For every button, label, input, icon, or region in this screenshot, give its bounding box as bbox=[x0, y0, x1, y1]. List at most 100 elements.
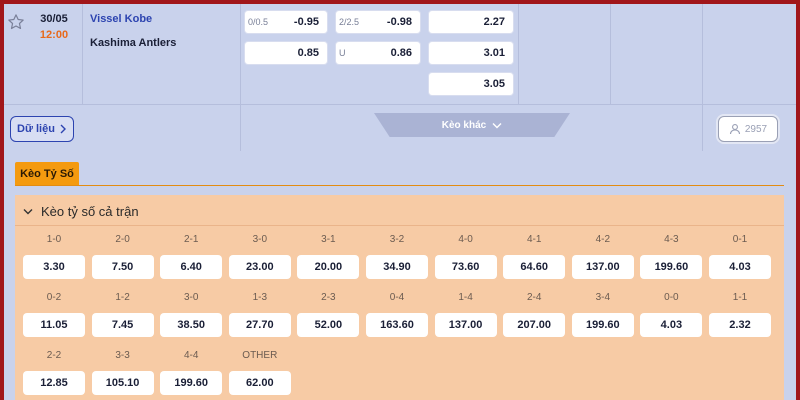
score-label: 1-2 bbox=[115, 292, 130, 303]
home-win-odds[interactable]: 2.27 bbox=[428, 10, 514, 34]
score-cell: 0-1 4.03 bbox=[709, 234, 771, 279]
tab-correct-score[interactable]: Kèo Tỷ Số bbox=[15, 162, 79, 186]
total-line: U bbox=[339, 48, 346, 58]
home-team[interactable]: Vissel Kobe bbox=[90, 13, 152, 25]
score-cell: 2-3 52.00 bbox=[297, 292, 360, 337]
score-odds-button[interactable]: 199.60 bbox=[160, 371, 223, 395]
score-odds-button[interactable]: 11.05 bbox=[23, 313, 85, 337]
match-row: 30/05 12:00 Vissel Kobe Kashima Antlers … bbox=[4, 4, 796, 104]
score-label: 3-0 bbox=[183, 292, 199, 303]
total-line: 2/2.5 bbox=[339, 17, 360, 27]
viewers-count: 2957 bbox=[744, 123, 768, 135]
score-odds-button[interactable]: 199.60 bbox=[571, 313, 634, 337]
score-odds-button[interactable]: 27.70 bbox=[228, 313, 291, 337]
score-label: 2-0 bbox=[115, 234, 130, 245]
score-cell: 1-0 3.30 bbox=[23, 234, 85, 279]
score-odds-button[interactable]: 38.50 bbox=[160, 313, 223, 337]
score-cell: 3-3 105.10 bbox=[91, 350, 154, 395]
score-odds-button[interactable]: 105.10 bbox=[91, 371, 154, 395]
odds-value: 0.86 bbox=[390, 47, 412, 59]
divider bbox=[240, 105, 241, 151]
score-odds-button[interactable]: 4.03 bbox=[709, 255, 771, 279]
score-odds-button[interactable]: 163.60 bbox=[366, 313, 428, 337]
score-odds-button[interactable]: 199.60 bbox=[640, 255, 703, 279]
tab-underline bbox=[15, 185, 784, 186]
score-label: 4-3 bbox=[664, 234, 679, 245]
odds-value: 3.05 bbox=[483, 78, 505, 90]
score-cell: 2-2 12.85 bbox=[23, 350, 85, 395]
panel-title: Kèo tỷ số cả trận bbox=[41, 204, 139, 219]
correct-score-section: Kèo Tỷ Số Kèo tỷ số cả trận 1-0 3.30 2-0 7.… bbox=[4, 151, 796, 400]
divider bbox=[240, 4, 241, 104]
score-cell: 1-2 7.45 bbox=[91, 292, 154, 337]
score-label: 3-2 bbox=[389, 234, 405, 245]
data-button[interactable]: Dữ liệu bbox=[10, 116, 74, 142]
score-odds-button[interactable]: 7.50 bbox=[91, 255, 154, 279]
divider bbox=[82, 4, 83, 104]
divider bbox=[702, 105, 703, 151]
more-odds-toggle[interactable]: Kèo khác bbox=[374, 113, 570, 137]
score-odds-button[interactable]: 34.90 bbox=[366, 255, 428, 279]
odds-value: 2.27 bbox=[483, 16, 505, 28]
score-odds-button[interactable]: 62.00 bbox=[228, 371, 291, 395]
viewers-button[interactable]: 2957 bbox=[718, 116, 778, 142]
score-odds-button[interactable]: 12.85 bbox=[23, 371, 85, 395]
score-label: 0-2 bbox=[46, 292, 62, 303]
score-label: 3-4 bbox=[595, 292, 611, 303]
score-label: 1-3 bbox=[252, 292, 268, 303]
score-label: 2-3 bbox=[321, 292, 336, 303]
score-odds-button[interactable]: 4.03 bbox=[640, 313, 703, 337]
score-cell: 0-0 4.03 bbox=[640, 292, 703, 337]
score-odds-button[interactable]: 207.00 bbox=[503, 313, 566, 337]
handicap-home-odds[interactable]: 0/0.5 -0.95 bbox=[244, 10, 328, 34]
data-button-label: Dữ liệu bbox=[17, 123, 55, 135]
score-cell: 1-4 137.00 bbox=[434, 292, 497, 337]
score-odds-button[interactable]: 23.00 bbox=[228, 255, 291, 279]
over-odds[interactable]: 2/2.5 -0.98 bbox=[335, 10, 421, 34]
chevron-down-icon bbox=[492, 122, 502, 128]
match-time: 12:00 bbox=[39, 29, 69, 41]
score-label: 2-2 bbox=[46, 350, 62, 361]
score-odds-button[interactable]: 137.00 bbox=[434, 313, 497, 337]
odds-value: -0.98 bbox=[386, 16, 412, 28]
away-win-odds[interactable]: 3.05 bbox=[428, 72, 514, 96]
more-odds-label: Kèo khác bbox=[441, 119, 487, 131]
under-odds[interactable]: U 0.86 bbox=[335, 41, 421, 65]
score-odds-button[interactable]: 6.40 bbox=[160, 255, 223, 279]
score-label: 4-1 bbox=[526, 234, 542, 245]
score-odds-button[interactable]: 73.60 bbox=[434, 255, 497, 279]
score-odds-button[interactable]: 2.32 bbox=[709, 313, 771, 337]
score-label: 3-0 bbox=[252, 234, 268, 245]
score-cell: 2-4 207.00 bbox=[503, 292, 566, 337]
score-cell: 3-0 23.00 bbox=[228, 234, 291, 279]
score-cell: 0-4 163.60 bbox=[366, 292, 428, 337]
score-label: 4-0 bbox=[458, 234, 473, 245]
correct-score-panel: Kèo tỷ số cả trận 1-0 3.30 2-0 7.50 2-1 6.40 3… bbox=[15, 195, 784, 400]
draw-odds[interactable]: 3.01 bbox=[428, 41, 514, 65]
score-label: 3-3 bbox=[115, 350, 130, 361]
score-odds-button[interactable]: 137.00 bbox=[571, 255, 634, 279]
away-team[interactable]: Kashima Antlers bbox=[90, 37, 176, 49]
score-cell: 4-3 199.60 bbox=[640, 234, 703, 279]
panel-divider bbox=[15, 225, 784, 226]
score-cell: 4-0 73.60 bbox=[434, 234, 497, 279]
score-label: 0-4 bbox=[389, 292, 405, 303]
panel-header[interactable]: Kèo tỷ số cả trận bbox=[23, 204, 139, 219]
score-label: 1-4 bbox=[458, 292, 473, 303]
score-cell: 2-0 7.50 bbox=[91, 234, 154, 279]
score-label: 4-4 bbox=[183, 350, 199, 361]
match-odds-frame: 30/05 12:00 Vissel Kobe Kashima Antlers … bbox=[4, 4, 796, 400]
score-cell: 3-4 199.60 bbox=[571, 292, 634, 337]
score-odds-button[interactable]: 20.00 bbox=[297, 255, 360, 279]
match-date: 30/05 bbox=[40, 13, 68, 25]
score-cell: 3-0 38.50 bbox=[160, 292, 223, 337]
handicap-away-odds[interactable]: 0.85 bbox=[244, 41, 328, 65]
star-icon[interactable] bbox=[7, 13, 25, 31]
score-odds-button[interactable]: 3.30 bbox=[23, 255, 85, 279]
score-odds-button[interactable]: 64.60 bbox=[503, 255, 566, 279]
score-cell: OTHER 62.00 bbox=[228, 350, 291, 395]
chevron-down-icon bbox=[23, 209, 33, 215]
score-odds-button[interactable]: 7.45 bbox=[91, 313, 154, 337]
score-odds-button[interactable]: 52.00 bbox=[297, 313, 360, 337]
user-icon bbox=[729, 124, 740, 135]
